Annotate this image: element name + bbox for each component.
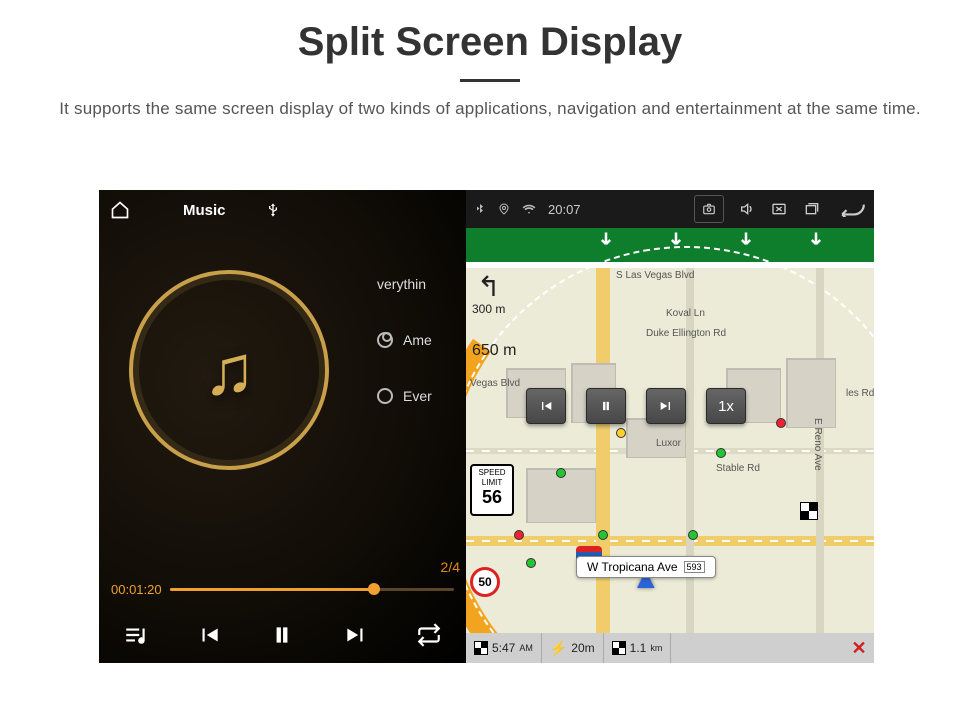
route-tag: 593 (684, 561, 705, 573)
eta-value: 5:47 (492, 641, 515, 655)
bluetooth-icon (474, 202, 486, 216)
map-area[interactable]: S Las Vegas Blvd Koval Ln Duke Ellington… (466, 268, 874, 633)
track-album: Ever (403, 388, 432, 404)
close-app-icon[interactable] (770, 201, 788, 217)
recent-apps-icon[interactable] (802, 201, 820, 217)
traffic-light-icon (514, 530, 524, 540)
volume-icon[interactable] (738, 201, 756, 217)
prev-track-icon[interactable] (196, 622, 222, 648)
repeat-icon[interactable] (416, 622, 442, 648)
sim-speed-button[interactable]: 1x (706, 388, 746, 424)
traffic-light-icon (716, 448, 726, 458)
progress-thumb[interactable] (368, 583, 380, 595)
turn-distance-large: 650 m (472, 342, 516, 360)
turn-distance-small: 300 m (472, 302, 505, 316)
street-label: S Las Vegas Blvd (616, 270, 694, 281)
traffic-light-icon (688, 530, 698, 540)
progress-bar[interactable] (170, 588, 454, 591)
progress-row: 00:01:20 (111, 582, 454, 597)
next-track-icon[interactable] (343, 622, 369, 648)
turn-left-icon: ↰ (472, 272, 505, 303)
speed-circle: 50 (470, 567, 500, 597)
sim-next-button[interactable] (646, 388, 686, 424)
nav-status-bar: 20:07 (466, 190, 874, 228)
distance-unit: km (650, 643, 662, 653)
album-art-circle: ♫ (129, 270, 329, 470)
street-label: les Rd (846, 388, 874, 399)
sim-controls: 1x (526, 388, 746, 424)
music-controls (99, 607, 466, 663)
traffic-light-icon (776, 418, 786, 428)
traffic-light-icon (526, 558, 536, 568)
screenshot-icon[interactable] (694, 195, 724, 223)
street-label: Stable Rd (716, 463, 760, 474)
road-koval (686, 268, 694, 633)
back-icon[interactable] (840, 201, 866, 217)
elapsed-value: 20m (571, 641, 594, 655)
street-label: Koval Ln (666, 308, 705, 319)
usb-icon[interactable] (262, 199, 284, 221)
road-tropicana (466, 536, 874, 546)
traffic-light-icon (616, 428, 626, 438)
title-underline (460, 79, 520, 82)
speed-label-mid: LIMIT (472, 478, 512, 488)
track-artist: Ame (403, 332, 432, 348)
playlist-icon[interactable] (123, 622, 149, 648)
home-icon[interactable] (109, 199, 131, 221)
sim-pause-button[interactable] (586, 388, 626, 424)
eta-segment[interactable]: 5:47 AM (466, 633, 542, 663)
street-label: E Reno Ave (812, 418, 823, 471)
status-time: 20:07 (548, 202, 581, 217)
distance-segment[interactable]: 1.1 km (604, 633, 672, 663)
destination-flag-icon (800, 502, 818, 520)
distance-value: 1.1 (630, 641, 647, 655)
page-description: It supports the same screen display of t… (0, 96, 980, 122)
traffic-light-icon (598, 530, 608, 540)
building-icon (786, 358, 836, 428)
bolt-icon: ⚡ (550, 640, 567, 657)
speed-label-top: SPEED (472, 468, 512, 478)
wifi-icon (522, 202, 536, 216)
speed-limit-value: 56 (472, 487, 512, 509)
track-meta: verythin Ame Ever (377, 276, 432, 404)
track-count: 2/4 (441, 559, 460, 575)
street-label: W Tropicana Ave (587, 560, 678, 574)
elapsed-time: 00:01:20 (111, 582, 162, 597)
elapsed-segment[interactable]: ⚡ 20m (542, 633, 604, 663)
nav-close-button[interactable]: ✕ (844, 638, 874, 659)
street-label: Luxor (656, 438, 681, 449)
speed-limit-sign: SPEED LIMIT 56 (470, 464, 514, 516)
sim-prev-button[interactable] (526, 388, 566, 424)
nav-bottom-bar: 5:47 AM ⚡ 20m 1.1 km ✕ (466, 633, 874, 663)
turn-instruction: ↰ 300 m (472, 272, 505, 316)
pause-icon[interactable] (269, 622, 295, 648)
checkered-flag-icon (474, 641, 488, 655)
location-icon (498, 202, 510, 216)
tropicana-pill: W Tropicana Ave 593 (576, 556, 716, 578)
lane-arrow-icon (806, 228, 830, 252)
navigation-pane: 20:07 (466, 190, 874, 663)
checkered-flag-icon (612, 641, 626, 655)
street-label: Vegas Blvd (470, 378, 520, 389)
music-app-label: Music (183, 202, 226, 219)
artist-icon (377, 332, 393, 348)
album-icon (377, 388, 393, 404)
progress-fill (170, 588, 375, 591)
track-title: verythin (377, 276, 426, 292)
split-screen-device: Music ♫ verythin Ame Ever 2/4 00:01:20 (99, 190, 874, 663)
traffic-light-icon (556, 468, 566, 478)
music-pane: Music ♫ verythin Ame Ever 2/4 00:01:20 (99, 190, 466, 663)
music-note-icon: ♫ (203, 330, 256, 410)
street-label: Duke Ellington Rd (646, 328, 726, 339)
music-topbar: Music (99, 190, 466, 230)
road-lasvegas-blvd (596, 268, 610, 633)
page-title: Split Screen Display (0, 20, 980, 65)
